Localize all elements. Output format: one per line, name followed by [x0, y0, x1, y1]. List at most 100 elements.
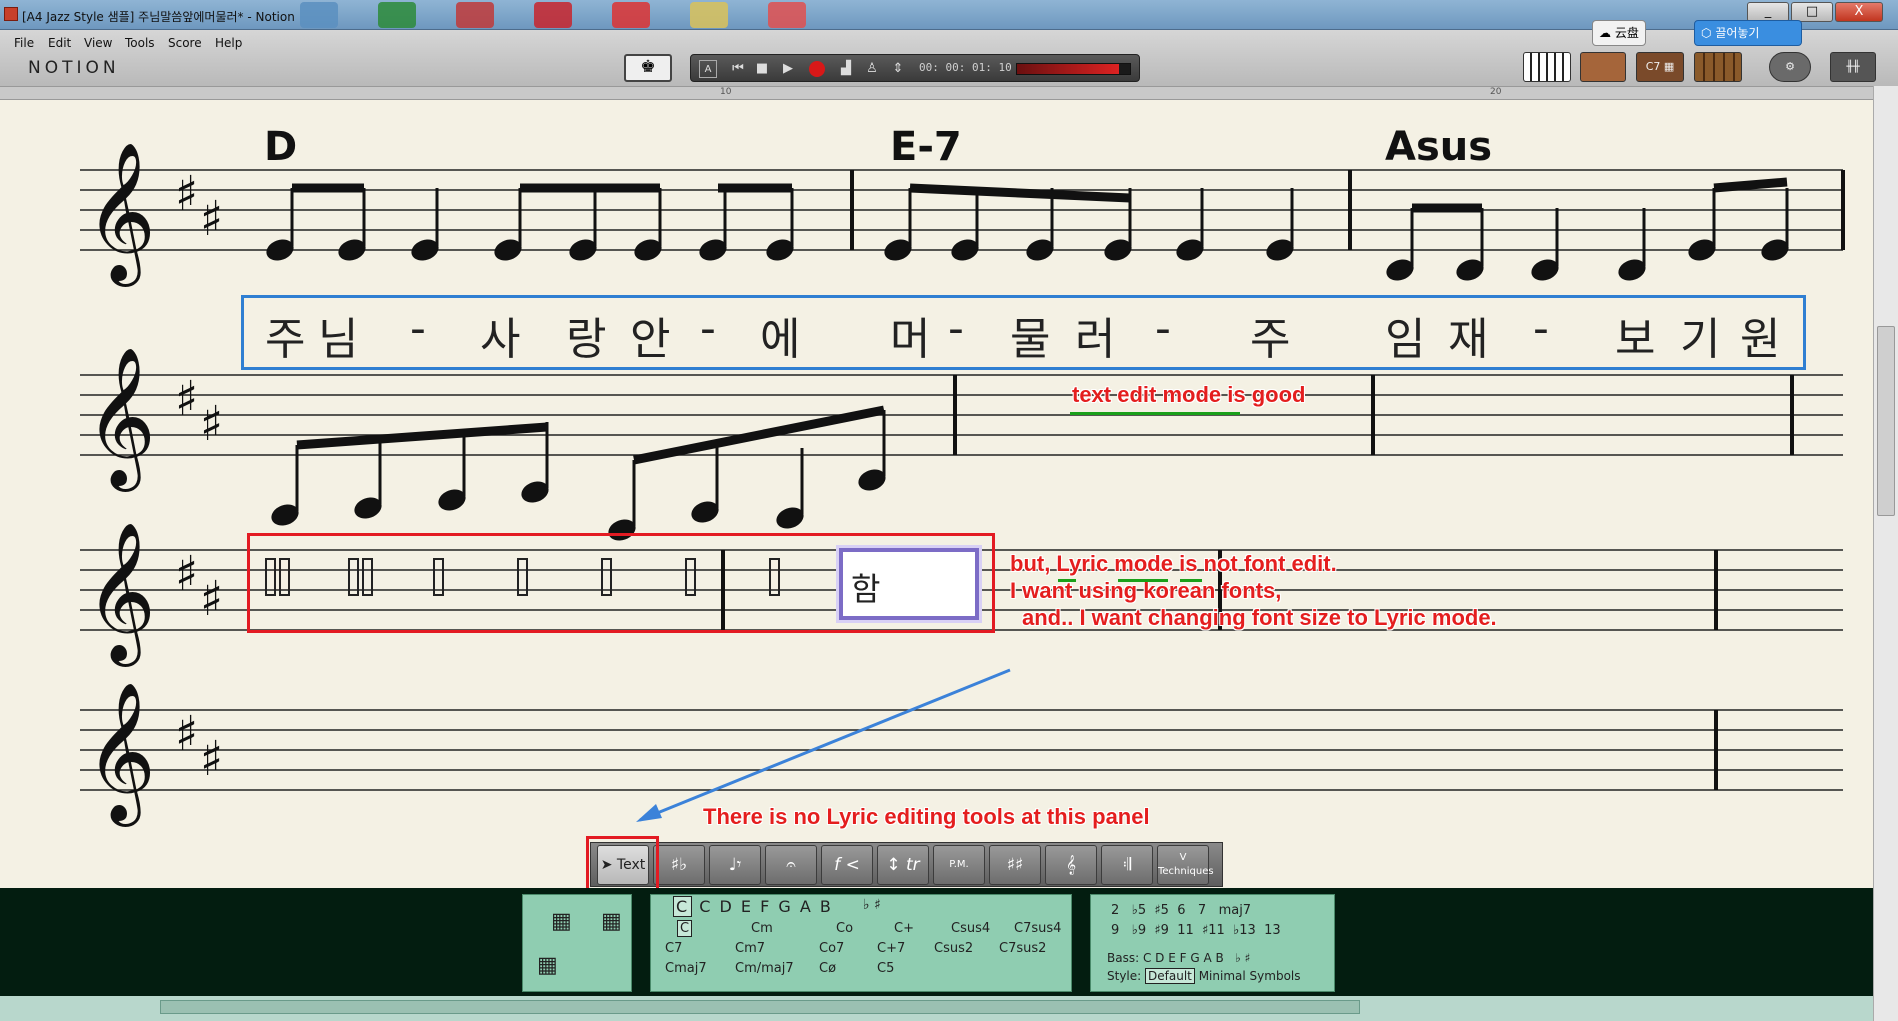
- music-staff-canvas[interactable]: 𝄞 ♯ ♯𝄞 ♯ ♯𝄞 ♯ ♯𝄞 ♯ ♯: [0, 100, 1873, 888]
- menu-help[interactable]: Help: [215, 36, 242, 50]
- chord-diagram-panel[interactable]: ▦ ▦ ▦: [522, 894, 632, 992]
- lyric-syllable[interactable]: -: [1155, 303, 1171, 354]
- lyric-syllable[interactable]: -: [410, 303, 426, 354]
- minimize-button[interactable]: _: [1747, 2, 1789, 22]
- lyric-syllable[interactable]: 주: [1250, 303, 1290, 367]
- clef-button[interactable]: 𝄞: [1045, 845, 1097, 885]
- chord-quality[interactable]: Co: [836, 921, 853, 936]
- taskbar-icon[interactable]: [300, 2, 338, 28]
- chord-grid-icon[interactable]: ▦: [551, 909, 572, 934]
- timeline-ruler[interactable]: 10 20: [0, 86, 1898, 100]
- chord-symbol[interactable]: Asus: [1385, 124, 1492, 170]
- auto-scroll-icon[interactable]: A: [699, 60, 717, 78]
- horizontal-scrollbar-thumb[interactable]: [160, 1000, 1360, 1014]
- record-icon[interactable]: [809, 61, 825, 77]
- conductor-icon[interactable]: ♚: [624, 54, 672, 82]
- chord-quality[interactable]: C+7: [877, 941, 905, 956]
- lyric-syllable[interactable]: 머: [890, 303, 930, 367]
- chord-quality[interactable]: Cø: [819, 961, 836, 976]
- chord-root-row[interactable]: C C D E F G A B: [673, 896, 833, 917]
- taskbar-icon[interactable]: [690, 2, 728, 28]
- chord-quality[interactable]: C7sus4: [1014, 921, 1061, 936]
- bass-row[interactable]: Bass: C D E F G A B ♭ ♯: [1107, 951, 1250, 965]
- key-signature-button[interactable]: ♯♯: [989, 845, 1041, 885]
- menu-edit[interactable]: Edit: [48, 36, 71, 50]
- metronome-icon[interactable]: ♙: [863, 60, 881, 78]
- lyric-syllable[interactable]: 안: [630, 303, 670, 367]
- palm-mute-button[interactable]: P.M.: [933, 845, 985, 885]
- lyric-input-field[interactable]: 함: [839, 548, 979, 620]
- style-row[interactable]: Style: Default Minimal Symbols: [1107, 968, 1301, 984]
- ornaments-button[interactable]: ↕ tr: [877, 845, 929, 885]
- fermata-button[interactable]: 𝄐: [765, 845, 817, 885]
- lyric-syllable[interactable]: 기: [1680, 303, 1720, 367]
- chord-symbol[interactable]: E-7: [890, 124, 962, 170]
- chord-quality[interactable]: Cm: [751, 921, 773, 936]
- lyric-syllable[interactable]: -: [700, 303, 716, 354]
- cloud-disk-button[interactable]: ☁ 云盘: [1592, 20, 1646, 46]
- taskbar-icon[interactable]: [534, 2, 572, 28]
- close-button[interactable]: X: [1835, 2, 1883, 22]
- chord-grid-icon[interactable]: ▦: [537, 953, 558, 978]
- dynamics-button[interactable]: f <: [821, 845, 873, 885]
- chord-quality[interactable]: C7: [665, 941, 682, 956]
- lyric-syllable[interactable]: 랑: [566, 303, 606, 367]
- techniques-button[interactable]: V Techniques: [1157, 845, 1214, 885]
- guitar-fretboard-icon[interactable]: [1580, 52, 1626, 82]
- maximize-button[interactable]: □: [1791, 2, 1833, 22]
- mixer-dial-icon[interactable]: ⚙: [1769, 52, 1811, 82]
- chord-grid-icon[interactable]: ▦: [601, 909, 622, 934]
- lyric-syllable[interactable]: 에: [760, 303, 800, 367]
- menu-tools[interactable]: Tools: [125, 36, 155, 50]
- lyric-syllable[interactable]: 님: [318, 303, 358, 367]
- accidentals-button[interactable]: ♯♭: [653, 845, 705, 885]
- style-minimal[interactable]: Minimal: [1199, 969, 1246, 983]
- chord-root-list[interactable]: C D E F G A B: [699, 897, 833, 916]
- keyboard-instrument-icon[interactable]: [1523, 52, 1571, 82]
- tempo-stepper-icon[interactable]: ⇕: [889, 60, 907, 78]
- chord-quality[interactable]: Csus4: [951, 921, 990, 936]
- lyric-syllable[interactable]: 임: [1385, 303, 1425, 367]
- ext-row2[interactable]: 9 ♭9 ♯9 11 ♯11 ♭13 13: [1111, 923, 1281, 938]
- chord-quality[interactable]: C+: [894, 921, 914, 936]
- mixer-faders-icon[interactable]: ╫╫: [1830, 52, 1876, 82]
- repeat-barline-button[interactable]: 𝄇: [1101, 845, 1153, 885]
- lyric-syllable[interactable]: 보: [1615, 303, 1655, 367]
- chord-quality[interactable]: C5: [877, 961, 894, 976]
- chord-quality[interactable]: C7sus2: [999, 941, 1046, 956]
- style-default[interactable]: Default: [1145, 968, 1195, 984]
- chord-quality[interactable]: Cm7: [735, 941, 765, 956]
- chord-quality[interactable]: Csus2: [934, 941, 973, 956]
- horizontal-scrollbar[interactable]: [0, 996, 1873, 1021]
- lyric-syllable[interactable]: 재: [1448, 303, 1488, 367]
- rewind-start-icon[interactable]: ⏮: [729, 60, 747, 78]
- lyric-syllable[interactable]: -: [948, 303, 964, 354]
- chord-root-selected[interactable]: C: [673, 896, 693, 917]
- taskbar-icon[interactable]: [768, 2, 806, 28]
- lyric-syllable[interactable]: 주: [265, 303, 305, 367]
- ext-row1[interactable]: 2 ♭5 ♯5 6 7 maj7: [1111, 903, 1251, 918]
- chord-quality[interactable]: Co7: [819, 941, 844, 956]
- lyric-syllable[interactable]: -: [1533, 303, 1549, 354]
- drag-drop-button[interactable]: ⬡ 끌어놓기: [1694, 20, 1802, 46]
- style-symbols[interactable]: Symbols: [1250, 969, 1301, 983]
- chord-accidentals[interactable]: ♭ ♯: [863, 897, 881, 913]
- taskbar-icon[interactable]: [456, 2, 494, 28]
- chord-symbol[interactable]: D: [264, 124, 297, 170]
- vertical-scrollbar[interactable]: [1873, 86, 1898, 1021]
- chord-quality[interactable]: C: [677, 920, 693, 937]
- taskbar-icon[interactable]: [378, 2, 416, 28]
- chord-quality[interactable]: Cmaj7: [665, 961, 707, 976]
- score-page[interactable]: 𝄞 ♯ ♯ 𝄞 ♯ ♯ 𝄞 ♯ ♯ 𝄞 ♯ ♯ D E-7 Asus 주님-사랑안-에머-물러-주임재…: [0, 100, 1873, 888]
- lyric-syllable[interactable]: 원: [1740, 303, 1780, 367]
- menu-file[interactable]: File: [14, 36, 34, 50]
- stop-icon[interactable]: ■: [753, 60, 771, 78]
- vertical-scrollbar-thumb[interactable]: [1877, 326, 1895, 516]
- taskbar-icon[interactable]: [612, 2, 650, 28]
- chord-c7-button[interactable]: C7 ▦: [1636, 52, 1684, 82]
- note-rest-button[interactable]: ♩𝄾: [709, 845, 761, 885]
- lyric-syllable[interactable]: 사: [480, 303, 520, 367]
- lyric-syllable[interactable]: 물: [1010, 303, 1050, 367]
- play-icon[interactable]: ▶: [779, 60, 797, 78]
- volume-icon[interactable]: ▟: [837, 60, 855, 78]
